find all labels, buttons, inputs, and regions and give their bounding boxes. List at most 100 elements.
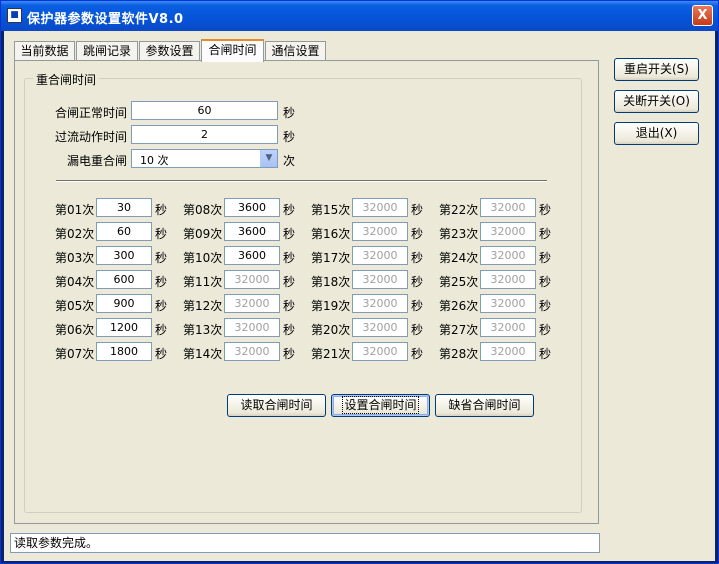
leakage-reclose-label: 漏电重合闸: [67, 154, 128, 168]
app-icon: ■: [7, 8, 22, 23]
reclose-time-input: 32000: [480, 270, 536, 289]
reclose-label: 第17次: [311, 251, 351, 265]
tab-reclose-time[interactable]: 合闸时间: [201, 39, 264, 62]
reclose-label: 第06次: [55, 323, 95, 337]
reclose-unit: 秒: [283, 251, 296, 265]
chevron-down-icon[interactable]: ▼: [260, 150, 277, 167]
restart-switch-button[interactable]: 重启开关(S): [614, 58, 699, 81]
reclose-time-input[interactable]: 300: [96, 246, 152, 265]
tab-parameter-settings[interactable]: 参数设置: [139, 41, 200, 61]
reclose-unit: 秒: [155, 299, 168, 313]
leakage-reclose-unit: 次: [283, 154, 296, 168]
reclose-unit: 秒: [155, 251, 168, 265]
reclose-unit: 秒: [539, 203, 552, 217]
normal-time-label: 合闸正常时间: [55, 106, 128, 120]
reclose-time-input: 32000: [480, 318, 536, 337]
reclose-label: 第18次: [311, 275, 351, 289]
reclose-label: 第03次: [55, 251, 95, 265]
reclose-time-input: 32000: [352, 246, 408, 265]
reclose-label: 第26次: [439, 299, 479, 313]
overcurrent-time-unit: 秒: [283, 130, 296, 144]
normal-time-input[interactable]: 60: [131, 101, 278, 120]
reclose-unit: 秒: [539, 275, 552, 289]
reclose-label: 第23次: [439, 227, 479, 241]
reclose-unit: 秒: [283, 347, 296, 361]
reclose-time-input: 32000: [352, 222, 408, 241]
reclose-unit: 秒: [155, 323, 168, 337]
reclose-label: 第01次: [55, 203, 95, 217]
reclose-label: 第02次: [55, 227, 95, 241]
reclose-time-input[interactable]: 600: [96, 270, 152, 289]
reclose-label: 第14次: [183, 347, 223, 361]
set-reclose-time-button[interactable]: 设置合闸时间: [331, 394, 430, 417]
reclose-unit: 秒: [155, 203, 168, 217]
reclose-unit: 秒: [539, 347, 552, 361]
reclose-time-input[interactable]: 3600: [224, 246, 280, 265]
reclose-unit: 秒: [411, 299, 424, 313]
overcurrent-time-label: 过流动作时间: [55, 130, 128, 144]
reclose-time-input: 32000: [224, 318, 280, 337]
close-button[interactable]: X: [692, 5, 713, 26]
reclose-label: 第15次: [311, 203, 351, 217]
reclose-label: 第20次: [311, 323, 351, 337]
reclose-time-input[interactable]: 3600: [224, 198, 280, 217]
reclose-time-input: 32000: [480, 294, 536, 313]
reclose-label: 第07次: [55, 347, 95, 361]
reclose-label: 第27次: [439, 323, 479, 337]
read-reclose-time-button[interactable]: 读取合闸时间: [227, 394, 326, 417]
reclose-time-input: 32000: [224, 342, 280, 361]
reclose-time-input[interactable]: 3600: [224, 222, 280, 241]
reclose-unit: 秒: [283, 275, 296, 289]
reclose-time-input[interactable]: 1800: [96, 342, 152, 361]
reclose-label: 第08次: [183, 203, 223, 217]
reclose-time-input: 32000: [352, 294, 408, 313]
exit-button[interactable]: 退出(X): [614, 122, 699, 145]
status-bar: 读取参数完成。: [10, 533, 600, 553]
reclose-time-input: 32000: [480, 198, 536, 217]
overcurrent-time-input[interactable]: 2: [131, 125, 278, 144]
reclose-unit: 秒: [411, 323, 424, 337]
reclose-unit: 秒: [539, 323, 552, 337]
reclose-label: 第12次: [183, 299, 223, 313]
reclose-time-input[interactable]: 1200: [96, 318, 152, 337]
reclose-unit: 秒: [283, 203, 296, 217]
reclose-time-input: 32000: [352, 198, 408, 217]
default-reclose-time-button[interactable]: 缺省合闸时间: [435, 394, 534, 417]
reclose-time-input: 32000: [224, 270, 280, 289]
reclose-unit: 秒: [155, 275, 168, 289]
reclose-label: 第21次: [311, 347, 351, 361]
reclose-time-input[interactable]: 60: [96, 222, 152, 241]
reclose-label: 第09次: [183, 227, 223, 241]
reclose-label: 第10次: [183, 251, 223, 265]
reclose-unit: 秒: [411, 275, 424, 289]
reclose-label: 第22次: [439, 203, 479, 217]
reclose-time-input[interactable]: 900: [96, 294, 152, 313]
reclose-label: 第11次: [183, 275, 223, 289]
reclose-time-input: 32000: [352, 270, 408, 289]
reclose-label: 第13次: [183, 323, 223, 337]
leakage-reclose-value: 10 次: [140, 154, 169, 167]
tab-trip-records[interactable]: 跳闸记录: [76, 41, 138, 61]
reclose-unit: 秒: [411, 203, 424, 217]
set-reclose-time-label: 设置合闸时间: [342, 396, 419, 414]
tab-current-data[interactable]: 当前数据: [14, 41, 75, 61]
reclose-unit: 秒: [539, 299, 552, 313]
reclose-label: 第19次: [311, 299, 351, 313]
reclose-unit: 秒: [411, 251, 424, 265]
reclose-time-input: 32000: [352, 342, 408, 361]
reclose-label: 第05次: [55, 299, 95, 313]
reclose-label: 第16次: [311, 227, 351, 241]
reclose-label: 第24次: [439, 251, 479, 265]
shutdown-switch-button[interactable]: 关断开关(O): [614, 90, 699, 113]
title-bar[interactable]: ■ 保护器参数设置软件V8.0 X: [1, 1, 718, 31]
reclose-unit: 秒: [539, 251, 552, 265]
window-title: 保护器参数设置软件V8.0: [27, 12, 184, 27]
reclose-unit: 秒: [539, 227, 552, 241]
reclose-unit: 秒: [155, 347, 168, 361]
reclose-unit: 秒: [411, 227, 424, 241]
leakage-reclose-select[interactable]: 10 次 ▼: [131, 149, 278, 168]
tab-communication-settings[interactable]: 通信设置: [265, 41, 326, 61]
reclose-label: 第28次: [439, 347, 479, 361]
reclose-label: 第04次: [55, 275, 95, 289]
reclose-time-input[interactable]: 30: [96, 198, 152, 217]
